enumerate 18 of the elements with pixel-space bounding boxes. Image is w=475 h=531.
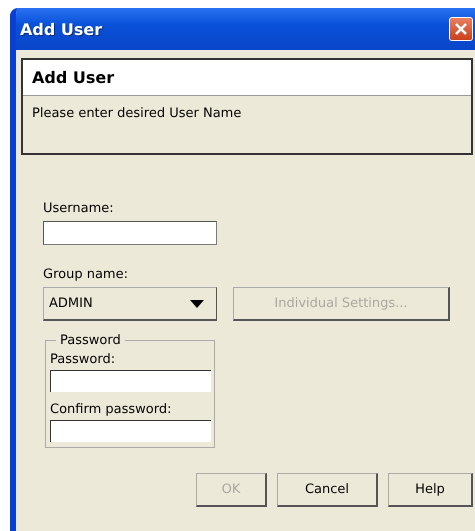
password-label: Confirm password: <box>50 402 172 417</box>
dropdown-caret-icon <box>190 300 204 308</box>
dialog-button[interactable]: Cancel <box>277 473 378 507</box>
password-group-legend: Password <box>56 333 125 348</box>
group-dropdown[interactable]: ADMIN <box>43 287 217 321</box>
dialog-button[interactable]: Help <box>388 473 473 507</box>
header-title: Add User <box>23 60 471 96</box>
window-title: Add User <box>20 20 102 38</box>
username-label: Username: <box>43 201 115 216</box>
close-icon <box>454 22 468 36</box>
password-field[interactable] <box>50 370 211 392</box>
group-label: Group name: <box>43 267 129 282</box>
dropdown-value: ADMIN <box>49 296 93 311</box>
close-button[interactable] <box>449 17 473 41</box>
header-message: Please enter desired User Name <box>31 105 242 123</box>
password-label: Password: <box>50 352 116 367</box>
username-field[interactable] <box>43 221 217 245</box>
password-field[interactable] <box>50 420 211 442</box>
